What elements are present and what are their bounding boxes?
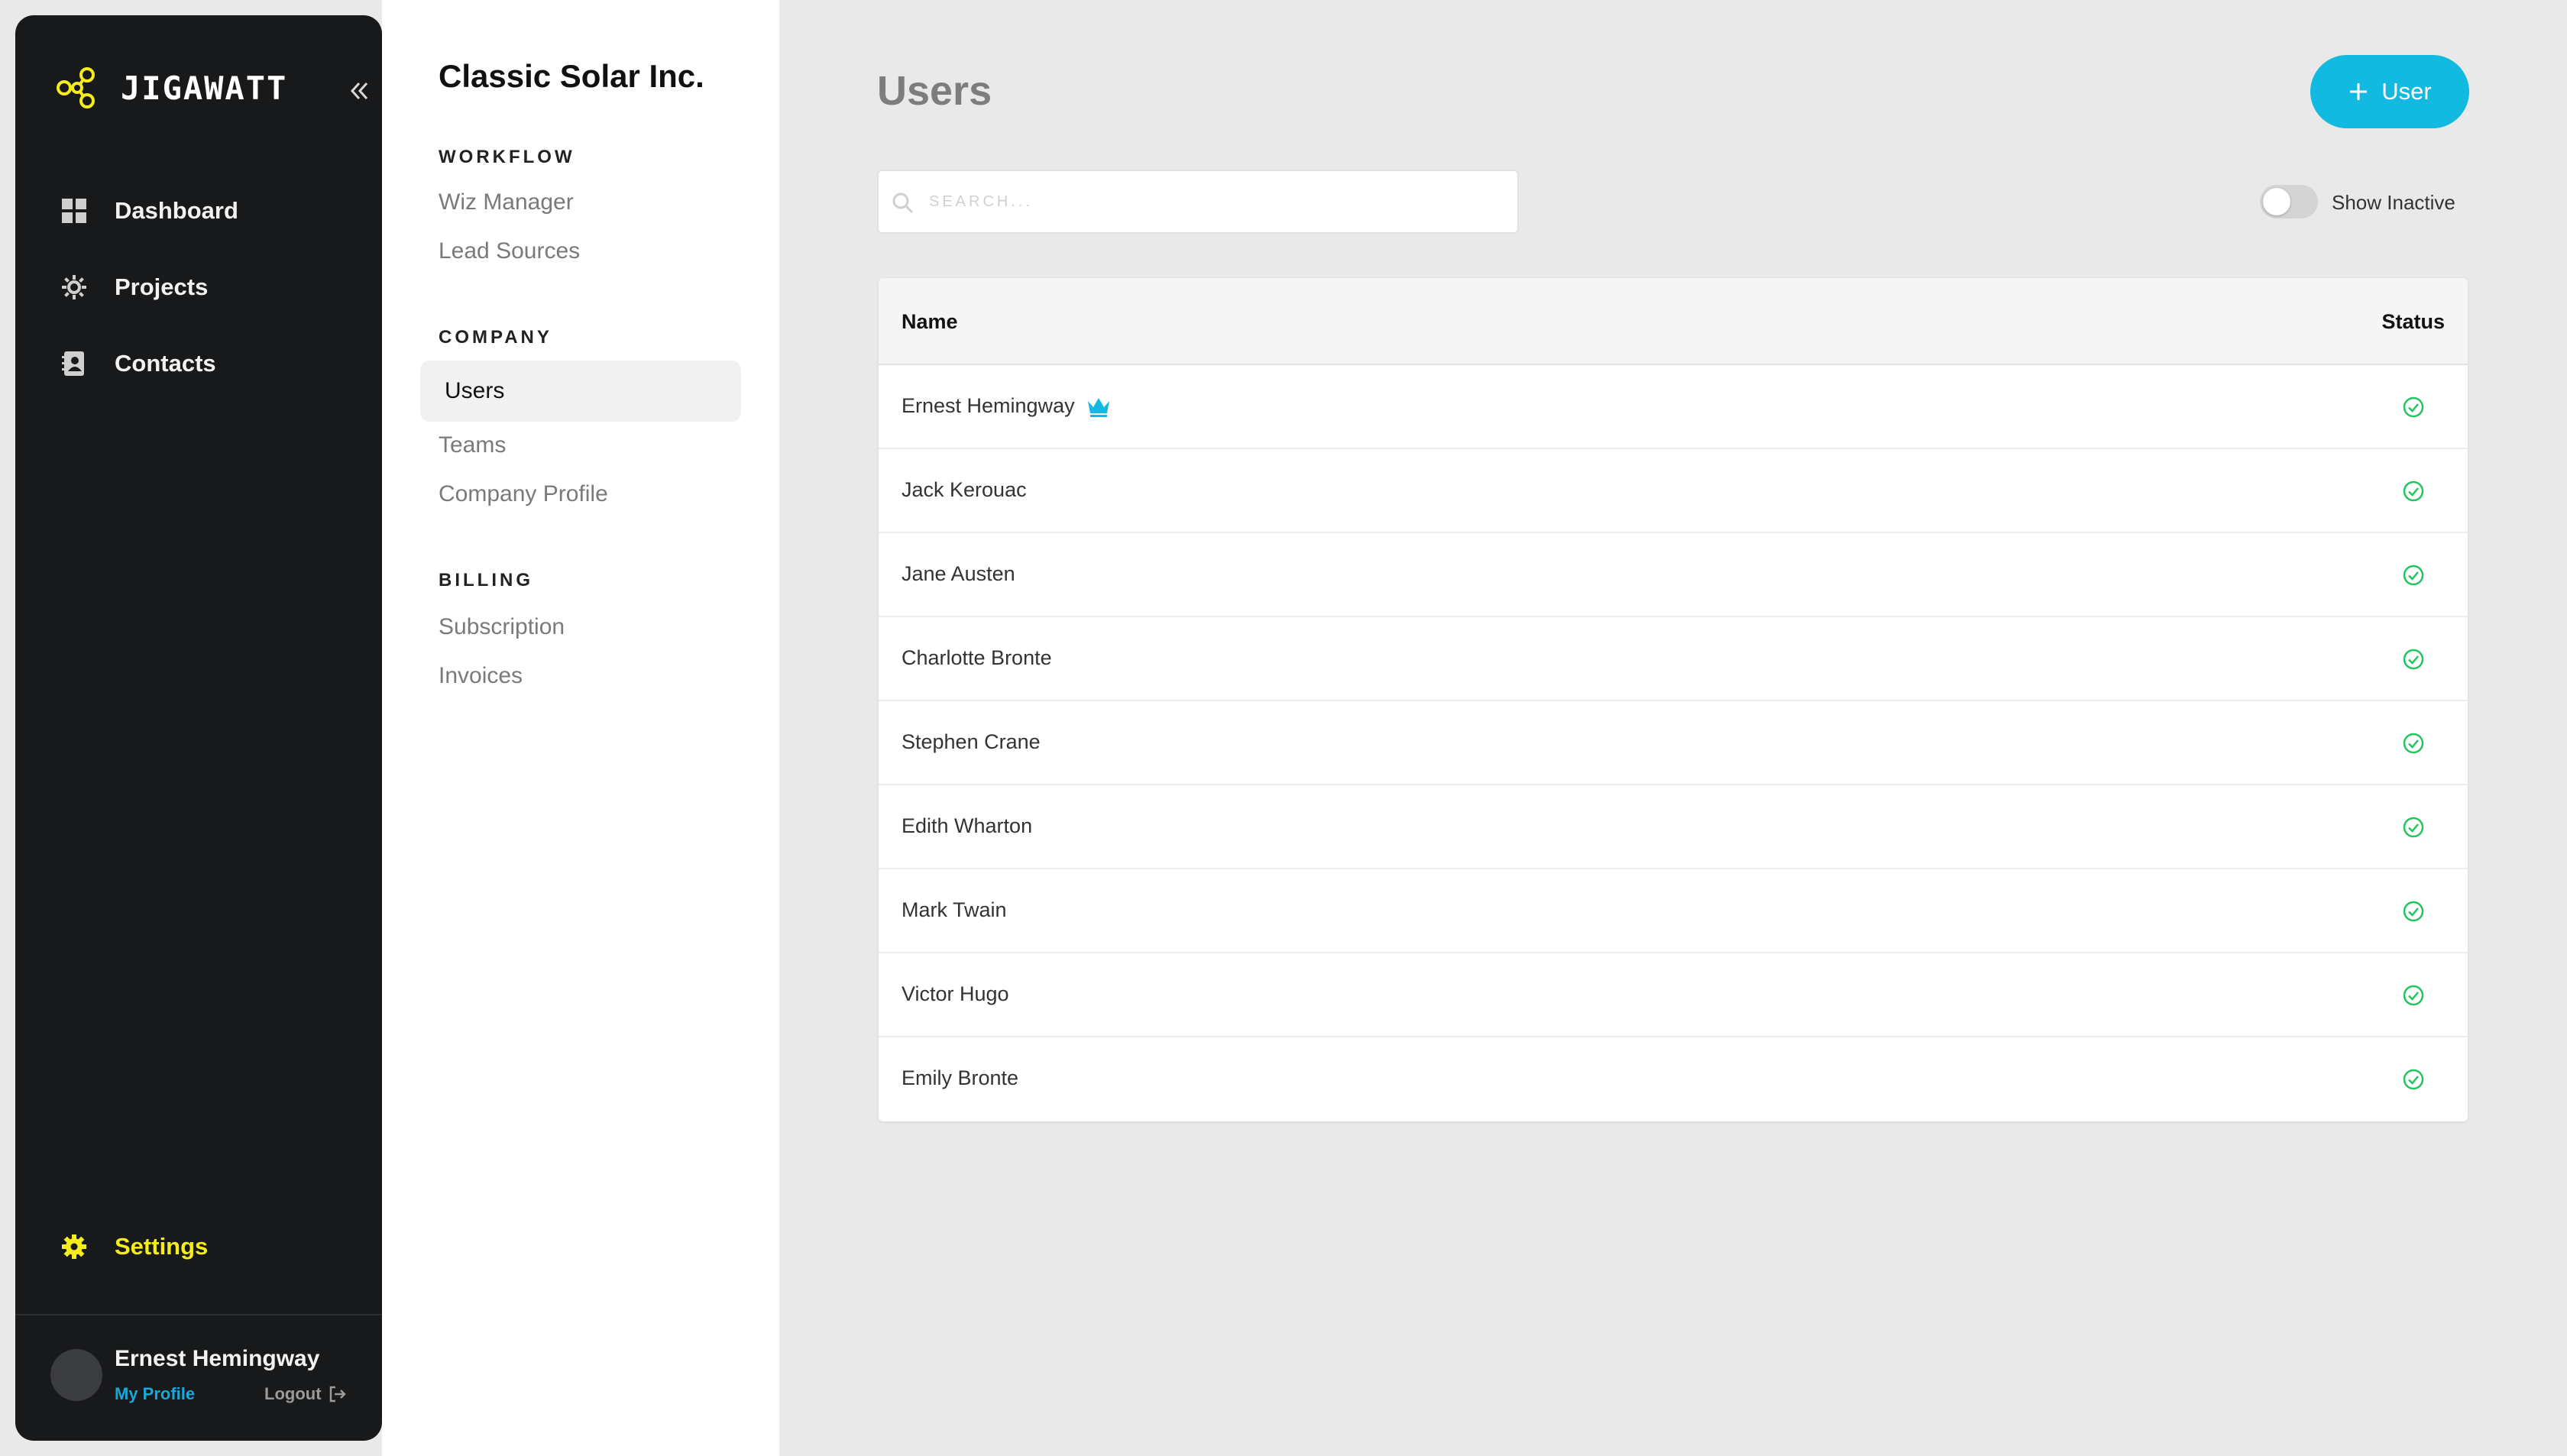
user-name-cell: Jane Austen (902, 562, 1015, 586)
logout-arrow-icon (329, 1386, 346, 1403)
logout-label: Logout (264, 1384, 322, 1403)
contact-book-icon (62, 351, 84, 376)
status-active-check-icon (2403, 1069, 2424, 1090)
current-user-name: Ernest Hemingway (115, 1346, 320, 1371)
show-inactive-label: Show Inactive (2332, 191, 2455, 214)
user-name-cell: Edith Wharton (902, 814, 1032, 838)
collapse-sidebar-button[interactable] (348, 79, 371, 102)
my-profile-link[interactable]: My Profile (115, 1384, 195, 1404)
nav-label: Dashboard (115, 197, 238, 224)
toggle-knob (2263, 188, 2290, 215)
company-name: Classic Solar Inc. (439, 58, 704, 94)
status-active-check-icon (2403, 649, 2424, 670)
double-chevron-left-icon (350, 82, 368, 100)
subnav-item-company-profile[interactable]: Company Profile (439, 481, 608, 507)
page-title: Users (877, 68, 992, 114)
table-row[interactable]: Emily Bronte (879, 1037, 2468, 1121)
user-name-cell: Ernest Hemingway (902, 394, 1112, 418)
user-name: Jack Kerouac (902, 478, 1027, 501)
main-nav: Dashboard Projects Contacts (61, 173, 238, 402)
jigawatt-logo-icon (57, 67, 95, 108)
add-user-label: User (2381, 78, 2432, 105)
add-user-button[interactable]: User (2310, 55, 2469, 128)
dashboard-grid-icon (62, 199, 86, 223)
user-name: Jane Austen (902, 562, 1015, 585)
table-row[interactable]: Ernest Hemingway (879, 365, 2468, 449)
user-name: Edith Wharton (902, 814, 1033, 837)
subnav-item-users[interactable]: Users (420, 361, 741, 422)
column-header-name[interactable]: Name (902, 310, 958, 334)
users-table: Name Status Ernest Hemingway Jack Kerouac… (879, 278, 2468, 1121)
user-name: Ernest Hemingway (902, 394, 1075, 417)
search-box (877, 170, 1519, 234)
table-row[interactable]: Stephen Crane (879, 701, 2468, 785)
logout-button[interactable]: Logout (264, 1384, 346, 1404)
user-name-cell: Victor Hugo (902, 982, 1009, 1006)
user-name-cell: Stephen Crane (902, 730, 1041, 754)
section-heading-workflow: WORKFLOW (439, 147, 575, 167)
plus-icon (2350, 83, 2368, 100)
user-name: Mark Twain (902, 898, 1007, 921)
table-header: Name Status (879, 278, 2468, 365)
user-name-cell: Jack Kerouac (902, 478, 1027, 502)
table-body: Ernest Hemingway Jack Kerouac Jane Austen C… (879, 365, 2468, 1121)
subnav-item-invoices[interactable]: Invoices (439, 663, 523, 689)
nav-item-contacts[interactable]: Contacts (61, 325, 238, 402)
table-row[interactable]: Jane Austen (879, 533, 2468, 617)
user-name: Victor Hugo (902, 982, 1009, 1005)
status-active-check-icon (2403, 480, 2424, 502)
subnav-item-wiz-manager[interactable]: Wiz Manager (439, 189, 574, 215)
sidebar-footer: Ernest Hemingway My Profile Logout (15, 1314, 382, 1441)
table-row[interactable]: Mark Twain (879, 869, 2468, 953)
table-row[interactable]: Charlotte Bronte (879, 617, 2468, 701)
subnav-item-teams[interactable]: Teams (439, 432, 506, 458)
main-sidebar: JIGAWATT Dashboard Projects Contacts Set… (15, 15, 382, 1441)
column-header-status[interactable]: Status (2381, 310, 2445, 334)
nav-item-projects[interactable]: Projects (61, 249, 238, 325)
status-active-check-icon (2403, 733, 2424, 754)
subnav-item-subscription[interactable]: Subscription (439, 614, 565, 640)
show-inactive-toggle[interactable] (2260, 185, 2318, 218)
table-row[interactable]: Victor Hugo (879, 953, 2468, 1037)
section-heading-billing: BILLING (439, 570, 533, 590)
status-active-check-icon (2403, 985, 2424, 1006)
user-name-cell: Charlotte Bronte (902, 646, 1052, 670)
nav-label: Projects (115, 273, 209, 300)
search-input[interactable] (929, 171, 1510, 232)
nav-item-dashboard[interactable]: Dashboard (61, 173, 238, 249)
table-row[interactable]: Edith Wharton (879, 785, 2468, 869)
brand[interactable]: JIGAWATT (53, 64, 287, 112)
user-name-cell: Emily Bronte (902, 1066, 1018, 1090)
status-active-check-icon (2403, 817, 2424, 838)
status-active-check-icon (2403, 565, 2424, 586)
sun-gear-icon (62, 275, 86, 299)
user-name: Stephen Crane (902, 730, 1041, 753)
user-name: Charlotte Bronte (902, 646, 1052, 669)
brand-name: JIGAWATT (121, 69, 288, 107)
nav-item-settings[interactable]: Settings (61, 1233, 208, 1260)
user-name: Emily Bronte (902, 1066, 1019, 1089)
crown-icon (1087, 397, 1109, 417)
status-active-check-icon (2403, 396, 2424, 418)
table-row[interactable]: Jack Kerouac (879, 449, 2468, 533)
settings-label: Settings (115, 1233, 209, 1260)
user-name-cell: Mark Twain (902, 898, 1007, 922)
subnav-item-lead-sources[interactable]: Lead Sources (439, 238, 580, 264)
section-heading-company: COMPANY (439, 327, 552, 348)
nav-label: Contacts (115, 350, 216, 377)
search-icon (892, 193, 914, 214)
avatar[interactable] (50, 1349, 102, 1401)
gear-icon (62, 1234, 86, 1259)
status-active-check-icon (2403, 901, 2424, 922)
settings-subnav: Classic Solar Inc. WORKFLOW Wiz Manager … (382, 0, 779, 1456)
